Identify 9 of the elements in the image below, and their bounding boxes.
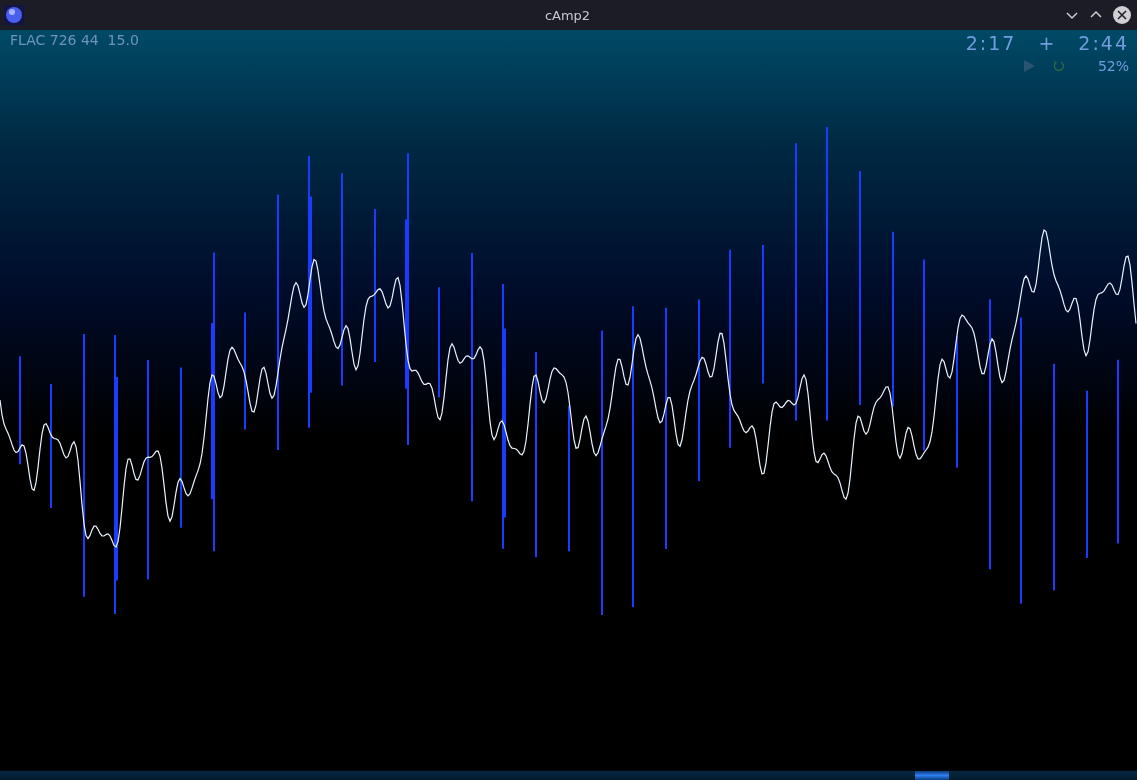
elapsed-time: 2:17: [965, 32, 1017, 54]
globe-icon: [4, 5, 24, 25]
total-time: 2:44: [1078, 32, 1129, 54]
seek-thumb[interactable]: [915, 771, 950, 780]
format-info: FLAC 726 44 15.0: [10, 32, 139, 50]
volume-level: 52%: [1097, 58, 1129, 74]
close-button[interactable]: [1113, 6, 1131, 24]
window-title: cAmp2: [544, 7, 591, 23]
time-separator: +: [1038, 32, 1057, 54]
